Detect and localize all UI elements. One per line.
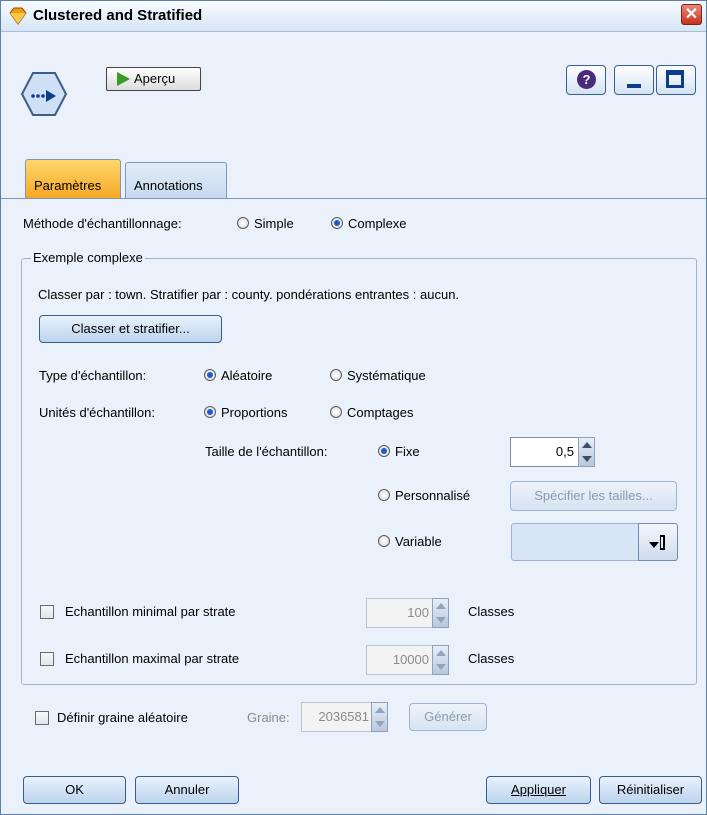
maximize-icon <box>666 70 684 88</box>
reset-label: Réinitialiser <box>616 782 685 797</box>
tab-divider <box>1 198 706 199</box>
seed-label: Graine: <box>247 710 290 725</box>
variable-field-select[interactable] <box>511 523 639 561</box>
radio-simple[interactable] <box>237 217 249 229</box>
radio-personnalise-label[interactable]: Personnalisé <box>395 488 470 503</box>
seed-value: 2036581 <box>318 709 369 724</box>
maximize-button[interactable] <box>656 65 696 95</box>
radio-complexe[interactable] <box>331 217 343 229</box>
max-per-stratum-checkbox[interactable] <box>40 652 54 666</box>
radio-personnalise[interactable] <box>378 489 390 501</box>
generate-label: Générer <box>424 709 472 724</box>
radio-variable-label[interactable]: Variable <box>395 534 442 549</box>
tab-annotations[interactable]: Annotations <box>125 162 227 199</box>
min-per-stratum-spinner[interactable] <box>432 598 449 628</box>
radio-systematique[interactable] <box>330 369 342 381</box>
radio-simple-label[interactable]: Simple <box>254 216 294 231</box>
radio-comptages[interactable] <box>330 406 342 418</box>
radio-proportions[interactable] <box>204 406 216 418</box>
radio-systematique-label[interactable]: Systématique <box>347 368 426 383</box>
max-per-stratum-value: 10000 <box>392 652 429 667</box>
reset-button[interactable]: Réinitialiser <box>599 776 702 804</box>
apply-button[interactable]: Appliquer <box>486 776 591 804</box>
min-per-stratum-value: 100 <box>407 605 429 620</box>
ok-label: OK <box>65 782 84 797</box>
max-per-stratum-input[interactable]: 10000 <box>366 645 438 675</box>
help-icon: ? <box>577 70 596 89</box>
radio-variable[interactable] <box>378 535 390 547</box>
radio-fixe[interactable] <box>378 445 390 457</box>
dialog-window: Clustered and Stratified ✕ Aperçu ? Para… <box>0 0 707 815</box>
minimize-button[interactable] <box>614 65 654 95</box>
radio-complexe-label[interactable]: Complexe <box>348 216 407 231</box>
seed-spinner[interactable] <box>371 702 388 732</box>
apply-label: Appliquer <box>511 782 566 797</box>
title-bar[interactable]: Clustered and Stratified ✕ <box>1 1 706 32</box>
close-icon: ✕ <box>684 6 699 23</box>
radio-aleatoire-label[interactable]: Aléatoire <box>221 368 272 383</box>
tab-parametres[interactable]: Paramètres <box>25 159 121 199</box>
radio-proportions-label[interactable]: Proportions <box>221 405 287 420</box>
seed-input[interactable]: 2036581 <box>301 702 373 732</box>
radio-aleatoire[interactable] <box>204 369 216 381</box>
min-per-stratum-input[interactable]: 100 <box>366 598 438 628</box>
node-palette-icon <box>9 7 27 25</box>
cancel-button[interactable]: Annuler <box>135 776 239 804</box>
close-button[interactable]: ✕ <box>681 4 702 25</box>
sampling-method-label: Méthode d'échantillonnage: <box>23 216 182 231</box>
tab-annotations-label: Annotations <box>134 178 203 193</box>
cluster-stratify-label: Classer et stratifier... <box>71 321 190 336</box>
cluster-stratify-button[interactable]: Classer et stratifier... <box>39 315 222 343</box>
help-button[interactable]: ? <box>566 65 606 95</box>
minimize-icon <box>627 84 641 88</box>
random-seed-label[interactable]: Définir graine aléatoire <box>57 710 188 725</box>
fixed-size-spinner[interactable] <box>578 437 595 467</box>
tab-parametres-label: Paramètres <box>34 178 102 193</box>
max-per-stratum-spinner[interactable] <box>432 645 449 675</box>
sample-type-label: Type d'échantillon: <box>39 368 147 383</box>
cluster-summary-text: Classer par : town. Stratifier par : cou… <box>38 287 460 302</box>
min-per-stratum-label[interactable]: Echantillon minimal par strate <box>65 604 236 619</box>
window-title: Clustered and Stratified <box>33 7 203 24</box>
play-icon <box>117 72 130 86</box>
random-seed-checkbox[interactable] <box>35 711 49 725</box>
generate-button[interactable]: Générer <box>409 703 487 731</box>
toolbar: Aperçu ? <box>1 32 706 152</box>
max-per-stratum-label[interactable]: Echantillon maximal par strate <box>65 651 239 666</box>
sample-node-icon <box>20 72 68 116</box>
max-per-stratum-unit: Classes <box>468 651 515 666</box>
sample-size-label: Taille de l'échantillon: <box>205 444 328 459</box>
specify-sizes-button[interactable]: Spécifier les tailles... <box>510 481 677 511</box>
min-per-stratum-unit: Classes <box>468 604 515 619</box>
cancel-label: Annuler <box>164 782 210 797</box>
sample-units-label: Unités d'échantillon: <box>39 405 155 420</box>
preview-label: Aperçu <box>134 71 176 86</box>
specify-sizes-label: Spécifier les tailles... <box>534 488 653 503</box>
preview-button[interactable]: Aperçu <box>106 67 201 91</box>
complex-group-title: Exemple complexe <box>31 250 145 265</box>
fixed-size-value: 0,5 <box>555 444 574 459</box>
field-picker-button[interactable] <box>638 523 678 561</box>
ok-button[interactable]: OK <box>23 776 126 804</box>
min-per-stratum-checkbox[interactable] <box>40 605 54 619</box>
radio-comptages-label[interactable]: Comptages <box>347 405 413 420</box>
radio-fixe-label[interactable]: Fixe <box>395 444 420 459</box>
